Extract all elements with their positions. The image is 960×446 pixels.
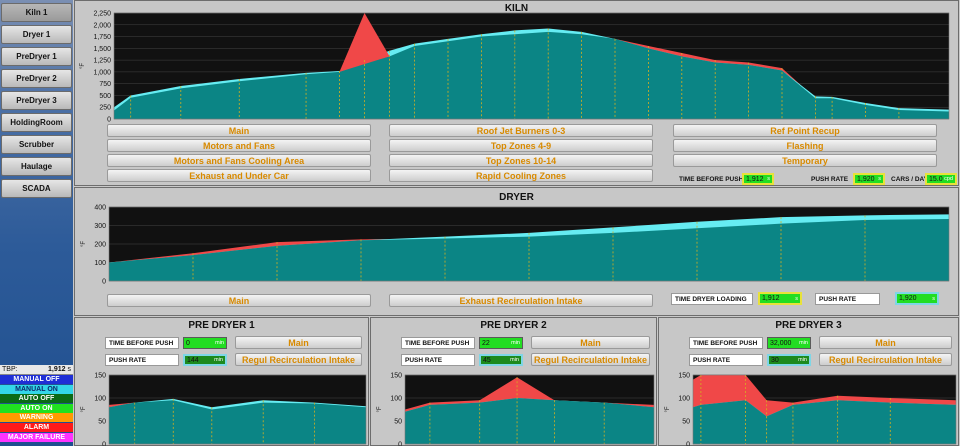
dryer-push-rate-value: 1,920 s bbox=[895, 292, 939, 305]
nav-predryer-1[interactable]: PreDryer 1 bbox=[1, 47, 72, 66]
legend-alarm: ALARM bbox=[0, 423, 73, 432]
kiln-tbp-label: TIME BEFORE PUSH bbox=[679, 176, 744, 183]
y-axis-label: °F bbox=[81, 406, 87, 412]
y-tick-label: 0 bbox=[398, 442, 402, 446]
series-base-area bbox=[405, 398, 654, 444]
predryer-1-panel: PRE DRYER 1 TIME BEFORE PUSH 0 min PUSH RATE… bbox=[74, 317, 369, 446]
kiln-button-rapid-cooling-zones[interactable]: Rapid Cooling Zones bbox=[389, 169, 653, 182]
y-tick-label: 2,250 bbox=[93, 11, 111, 18]
kiln-button-temporary[interactable]: Temporary bbox=[673, 154, 937, 167]
kiln-push-rate-label: PUSH RATE bbox=[811, 176, 849, 183]
legend-manual-off: MANUAL OFF bbox=[0, 375, 73, 384]
sidebar: Kiln 1 Dryer 1 PreDryer 1 PreDryer 2 PreDrye… bbox=[0, 0, 73, 446]
nav-scrubber[interactable]: Scrubber bbox=[1, 135, 72, 154]
tbp-readout: TBP: 1,912 s bbox=[0, 365, 73, 375]
y-tick-label: 0 bbox=[686, 442, 690, 446]
kiln-button-top-zones-10-14[interactable]: Top Zones 10-14 bbox=[389, 154, 653, 167]
tbp-unit: s bbox=[67, 366, 72, 373]
nav-scada[interactable]: SCADA bbox=[1, 179, 72, 198]
y-tick-label: 150 bbox=[390, 373, 402, 380]
kiln-button-top-zones-4-9[interactable]: Top Zones 4-9 bbox=[389, 139, 653, 152]
legend-major-failure: MAJOR FAILURE bbox=[0, 432, 73, 442]
y-tick-label: 1,250 bbox=[93, 58, 111, 65]
y-tick-label: 750 bbox=[99, 81, 111, 88]
y-tick-label: 100 bbox=[94, 260, 106, 267]
y-tick-label: 50 bbox=[394, 419, 402, 426]
series-base-area bbox=[693, 400, 956, 444]
y-tick-label: 2,000 bbox=[93, 22, 111, 29]
kiln-button-ref-point-recup[interactable]: Ref Point Recup bbox=[673, 124, 937, 137]
y-tick-label: 0 bbox=[107, 117, 111, 124]
nav-kiln-1[interactable]: Kiln 1 bbox=[1, 3, 72, 22]
dryer-exhaust-recirculation-button[interactable]: Exhaust Recirculation Intake bbox=[389, 294, 653, 307]
kiln-button-flashing[interactable]: Flashing bbox=[673, 139, 937, 152]
kiln-button-exhaust-and-under-car[interactable]: Exhaust and Under Car bbox=[107, 169, 371, 182]
y-tick-label: 200 bbox=[94, 242, 106, 249]
y-tick-label: 250 bbox=[99, 105, 111, 112]
predryer-2-panel: PRE DRYER 2 TIME BEFORE PUSH 22 min PUSH RAT… bbox=[370, 317, 657, 446]
legend-auto-off: AUTO OFF bbox=[0, 394, 73, 404]
y-axis-label: °F bbox=[377, 406, 383, 412]
y-axis-label: °F bbox=[80, 63, 86, 69]
y-tick-label: 150 bbox=[678, 373, 690, 380]
kiln-cars-day-label: CARS / DAY bbox=[891, 176, 928, 183]
dryer-main-button[interactable]: Main bbox=[107, 294, 371, 307]
nav-haulage[interactable]: Haulage bbox=[1, 157, 72, 176]
y-tick-label: 100 bbox=[94, 396, 106, 403]
nav-predryer-2[interactable]: PreDryer 2 bbox=[1, 69, 72, 88]
y-tick-label: 1,000 bbox=[93, 69, 111, 76]
nav-holdingroom[interactable]: HoldingRoom bbox=[1, 113, 72, 132]
tbp-label: TBP: bbox=[2, 366, 18, 373]
dryer-push-rate-label: PUSH RATE bbox=[815, 293, 880, 305]
y-tick-label: 50 bbox=[98, 419, 106, 426]
nav-dryer-1[interactable]: Dryer 1 bbox=[1, 25, 72, 44]
y-tick-label: 500 bbox=[99, 93, 111, 100]
kiln-button-motors-and-fans[interactable]: Motors and Fans bbox=[107, 139, 371, 152]
series-base-area bbox=[109, 400, 366, 444]
kiln-button-motors-and-fans-cooling-area[interactable]: Motors and Fans Cooling Area bbox=[107, 154, 371, 167]
y-tick-label: 1,500 bbox=[93, 46, 111, 53]
predryer-chart: 0 50 100 150 °F bbox=[377, 373, 655, 446]
kiln-push-rate-value: 1,920 s bbox=[853, 173, 885, 185]
tbp-value: 1,912 bbox=[48, 366, 66, 373]
dryer-panel: DRYER 0 100 200 300 400 °F Main Exhaust Recir… bbox=[74, 187, 959, 316]
y-tick-label: 50 bbox=[682, 419, 690, 426]
y-tick-label: 0 bbox=[102, 279, 106, 286]
kiln-panel: KILN 0 250 500 750 1,000 1,250 1,500 1,750 2,000… bbox=[74, 0, 959, 186]
predryer-chart: 0 50 100 150 °F bbox=[665, 373, 957, 446]
y-tick-label: 1,750 bbox=[93, 34, 111, 41]
dryer-loading-value: 1,912 s bbox=[758, 292, 802, 305]
y-tick-label: 400 bbox=[94, 205, 106, 212]
kiln-tbp-value: 1,912 s bbox=[742, 173, 774, 185]
y-tick-label: 100 bbox=[678, 396, 690, 403]
nav-predryer-3[interactable]: PreDryer 3 bbox=[1, 91, 72, 110]
kiln-cars-day-value: 15.0 cpd bbox=[925, 173, 957, 185]
legend-manual-on: MANUAL ON bbox=[0, 384, 73, 394]
legend-warning: WARNING bbox=[0, 413, 73, 423]
y-tick-label: 100 bbox=[390, 396, 402, 403]
y-tick-label: 300 bbox=[94, 223, 106, 230]
y-tick-label: 0 bbox=[102, 442, 106, 446]
kiln-button-roof-jet-burners-0-3[interactable]: Roof Jet Burners 0-3 bbox=[389, 124, 653, 137]
predryer-chart: 0 50 100 150 °F bbox=[81, 373, 367, 446]
legend-auto-on: AUTO ON bbox=[0, 403, 73, 413]
kiln-button-main[interactable]: Main bbox=[107, 124, 371, 137]
y-tick-label: 150 bbox=[94, 373, 106, 380]
dryer-loading-label: TIME DRYER LOADING bbox=[671, 293, 753, 305]
predryer-3-panel: PRE DRYER 3 TIME BEFORE PUSH 32,000 min PUSH… bbox=[658, 317, 959, 446]
y-axis-label: °F bbox=[665, 406, 671, 412]
y-axis-label: °F bbox=[81, 241, 87, 247]
